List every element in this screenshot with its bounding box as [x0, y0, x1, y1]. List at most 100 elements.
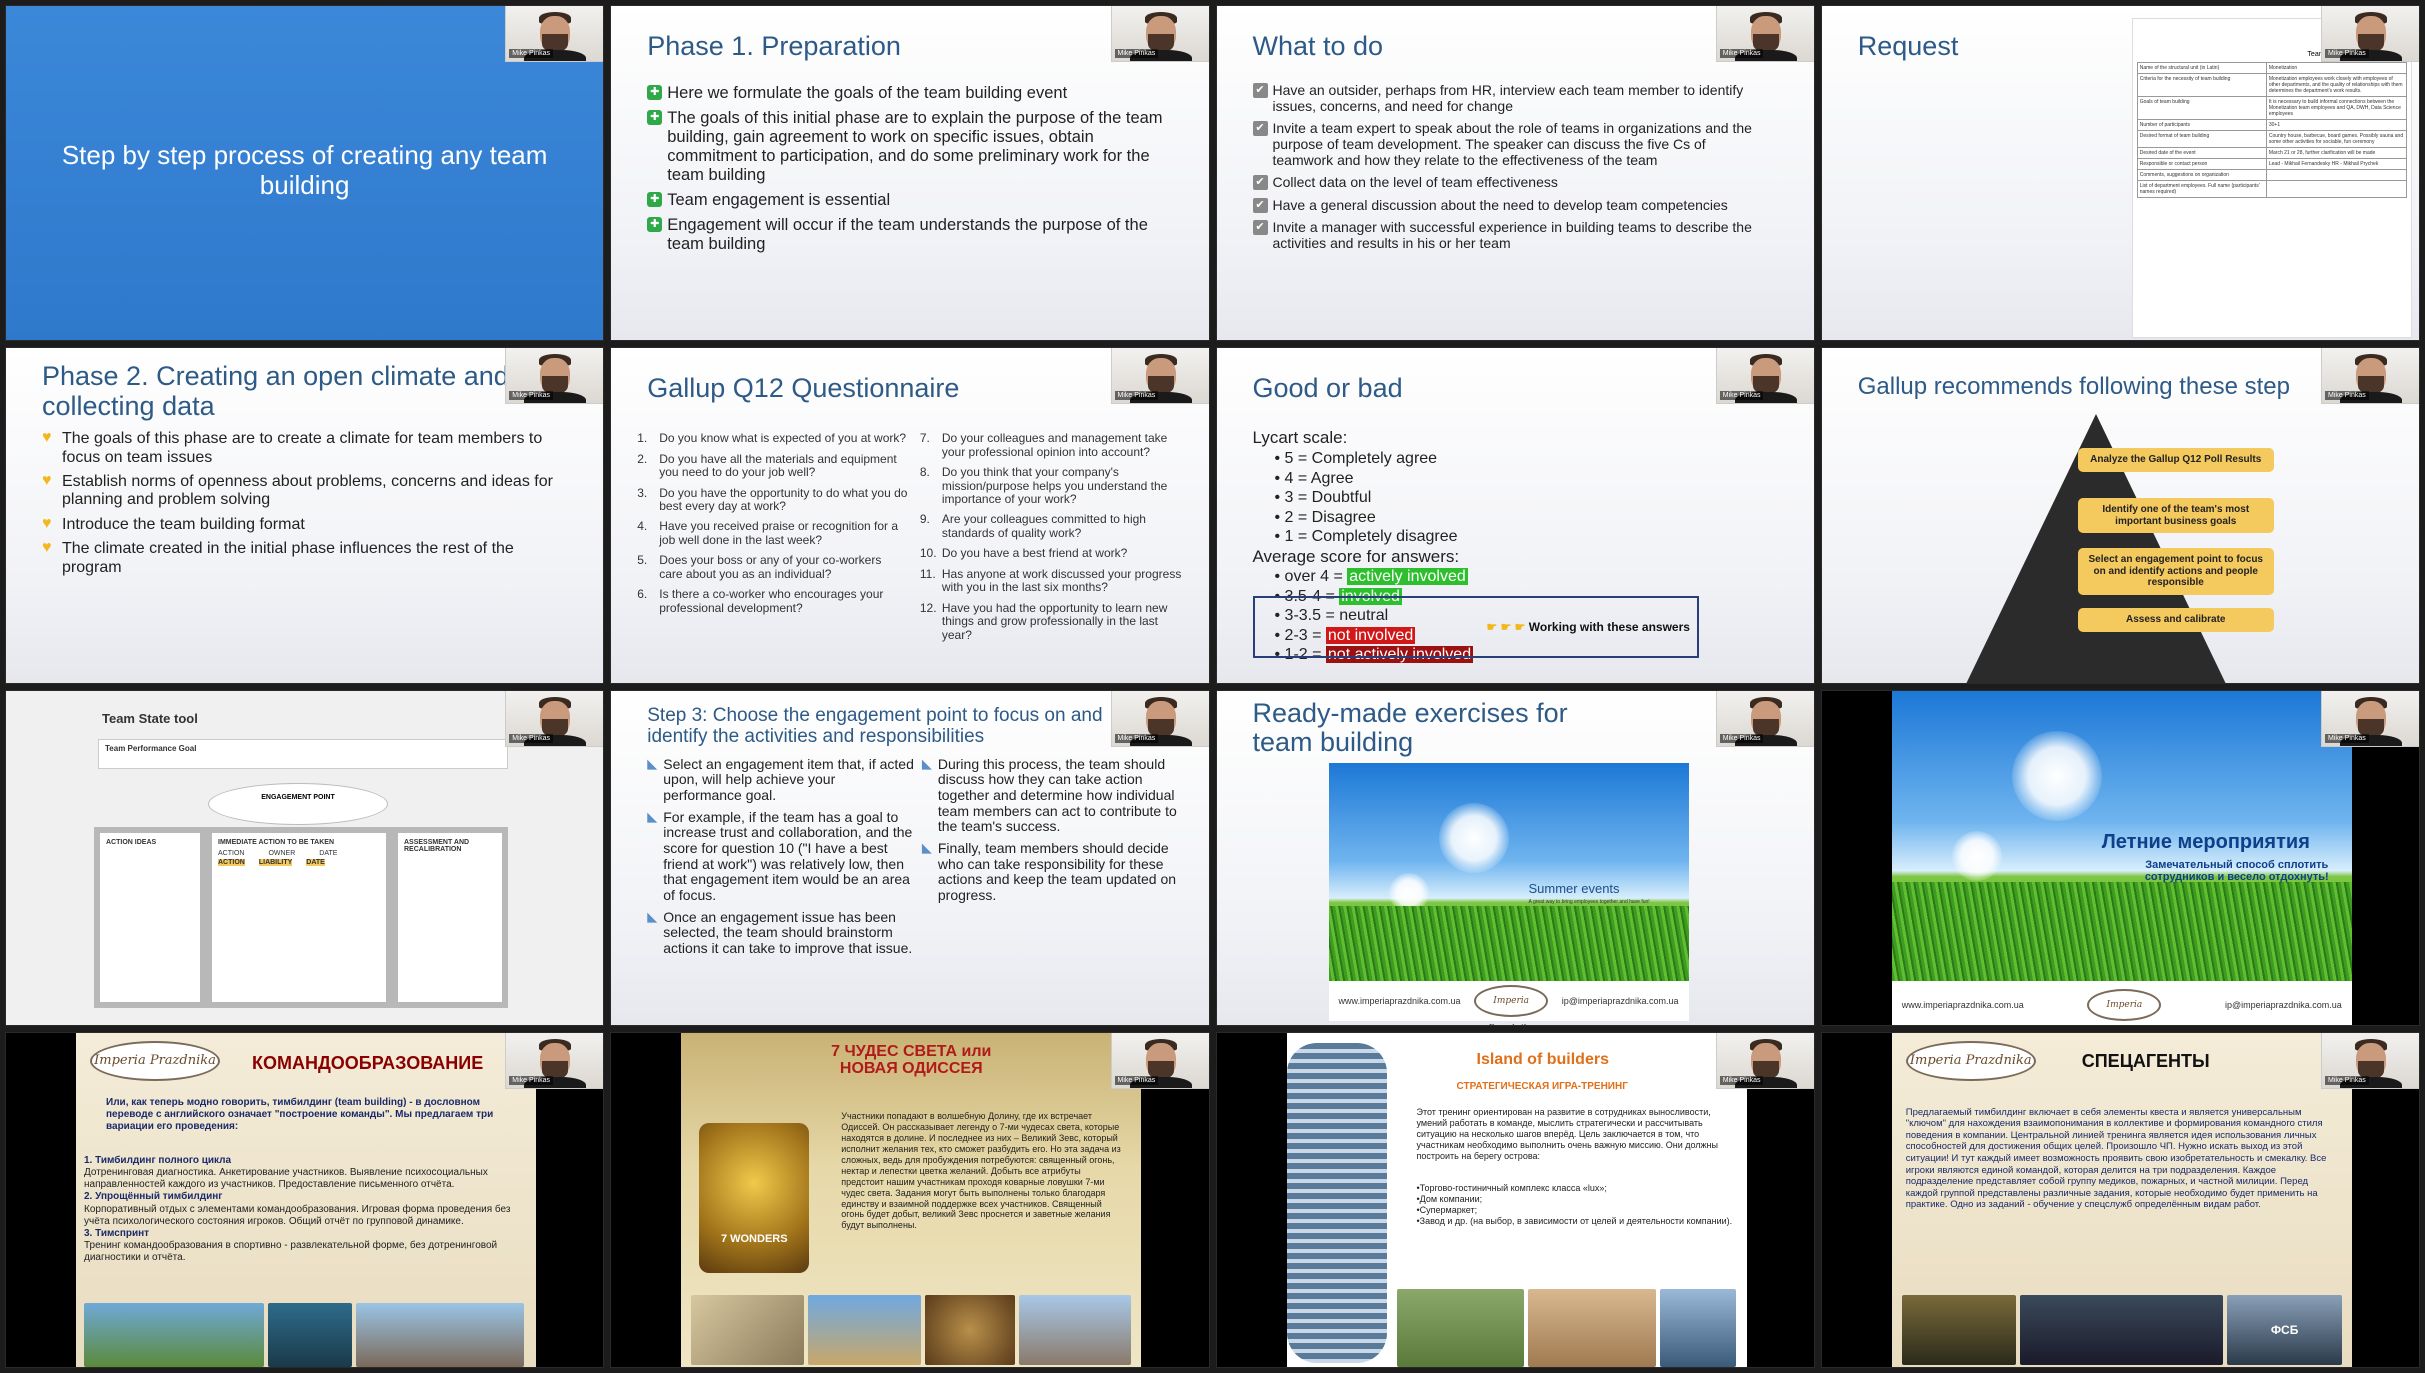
- presenter-name: Mike Pinkas: [2325, 49, 2369, 58]
- slide-15-canvas: Island of builders СТРАТЕГИЧЕСКАЯ ИГРА-Т…: [1286, 1032, 1747, 1367]
- checkbox-bullet: Invite a manager with successful experie…: [1252, 219, 1764, 251]
- slide-thumbnail-11[interactable]: Ready-made exercises for team building S…: [1215, 689, 1815, 1026]
- presenter-webcam: Mike Pinkas: [1715, 6, 1814, 62]
- presenter-name: Mike Pinkas: [2325, 391, 2369, 401]
- summer-photo: Summer events A great way to bring emplo…: [1328, 762, 1689, 981]
- slide-thumbnail-7[interactable]: Good or bad Lycart scale: 5 = Completely…: [1215, 347, 1815, 684]
- form-row: Criteria for the necessity of team build…: [2136, 73, 2407, 97]
- fsb-badge: ФСБ: [2227, 1294, 2342, 1365]
- form-table: Name of the structural unit (in Latin) Mo…: [2136, 62, 2407, 198]
- slide-2-title: Phase 1. Preparation: [647, 31, 901, 61]
- presenter-webcam: Mike Pinkas: [2321, 348, 2419, 405]
- slide-thumbnail-10[interactable]: Step 3: Choose the engagement point to f…: [610, 689, 1210, 1026]
- checkbox-bullet: Collect data on the level of team effect…: [1252, 174, 1764, 191]
- photo-title: Summer events: [1528, 880, 1620, 896]
- slide-thumbnail-15[interactable]: Island of builders СТРАТЕГИЧЕСКАЯ ИГРА-Т…: [1215, 1031, 1815, 1368]
- scale-item: 2 = Disagree: [1275, 508, 1474, 528]
- slide-9-title: Team State tool: [102, 710, 198, 726]
- scale-item: 1 = Completely disagree: [1275, 527, 1474, 547]
- form-row: Name of the structural unit (in Latin) Mo…: [2136, 62, 2407, 74]
- bullet: For example, if the team has a goal to i…: [647, 809, 914, 904]
- presenter-webcam: Mike Pinkas: [505, 348, 604, 405]
- company-logo: Imperia Prazdnika: [1905, 1040, 2036, 1081]
- slide-3-title: What to do: [1252, 31, 1384, 61]
- photo-strip: [84, 1302, 524, 1367]
- slide-thumbnail-1[interactable]: Step by step process of creating any tea…: [5, 5, 605, 342]
- presenter-name: Mike Pinkas: [1719, 49, 1764, 58]
- presenter-name: Mike Pinkas: [2325, 733, 2369, 743]
- form-row: Desired date of the event March 21 or 28,…: [2136, 147, 2407, 159]
- bullet: Introduce the team building format: [42, 515, 563, 534]
- slide-14-text: Участники попадают в волшебную Долину, г…: [841, 1110, 1121, 1231]
- photo-strip: [1396, 1288, 1737, 1367]
- average-heading: Average score for answers:: [1252, 546, 1460, 566]
- slide-thumbnail-6[interactable]: Gallup Q12 Questionnaire 1. Do you know w…: [610, 347, 1210, 684]
- photo-subtitle: A great way to bring employees together …: [1528, 898, 1650, 905]
- bullet: Select an engagement item that, if acted…: [647, 756, 914, 804]
- slide-5-title: Phase 2. Creating an open climate and co…: [42, 361, 509, 421]
- slide-thumbnail-13[interactable]: Imperia Prazdnika КОМАНДООБРАЗОВАНИЕ Или…: [5, 1031, 605, 1368]
- slide-15-list: •Торгово-гостиничный комплекс класса «lu…: [1416, 1182, 1733, 1226]
- immediate-action-column: IMMEDIATE ACTION TO BE TAKEN ACTION OWNER…: [212, 832, 386, 1002]
- scale-item: 4 = Agree: [1275, 469, 1474, 489]
- slide-13-intro: Или, как теперь модно говорить, тимбилди…: [106, 1096, 494, 1133]
- website-link[interactable]: www.imperiaprazdnika.com.ua: [1902, 1000, 2024, 1010]
- presenter-webcam: Mike Pinkas: [505, 1032, 604, 1089]
- summer-photo: Летние мероприятия Замечательный способ …: [1891, 690, 2352, 981]
- question-item: 12. Have you had the opportunity to learn…: [919, 600, 1168, 642]
- application-form: Teambuilding Application Form Name of th…: [2131, 18, 2412, 338]
- goal-box: Team Performance Goal: [98, 738, 508, 769]
- pyramid-step: Analyze the Gallup Q12 Poll Results: [2077, 448, 2274, 472]
- company-logo: Imperia Prazdnika: [1474, 984, 1549, 1025]
- slide-10-title: Step 3: Choose the engagement point to f…: [647, 704, 1103, 747]
- presenter-webcam: Mike Pinkas: [1715, 690, 1814, 747]
- bullet: Here we formulate the goals of the team …: [647, 84, 1168, 103]
- slide-15-text: Этот тренинг ориентирован на развитие в …: [1416, 1106, 1719, 1161]
- pyramid-step: Assess and calibrate: [2077, 608, 2274, 632]
- presenter-name: Mike Pinkas: [509, 1075, 553, 1085]
- email-link[interactable]: ip@imperiaprazdnika.com.ua: [1562, 996, 1679, 1006]
- company-logo: Imperia Prazdnika: [2087, 988, 2162, 1021]
- presenter-name: Mike Pinkas: [1114, 49, 1159, 58]
- wonders-badge: 7 WONDERS: [699, 1122, 810, 1273]
- presenter-webcam: Mike Pinkas: [1715, 348, 1814, 405]
- slide-thumbnail-14[interactable]: 7 ЧУДЕС СВЕТА или НОВАЯ ОДИССЕЯ 7 WONDER…: [610, 1031, 1210, 1368]
- slide-thumbnail-5[interactable]: Phase 2. Creating an open climate and co…: [5, 347, 605, 684]
- photo-subtitle: Замечательный способ сплотить сотруднико…: [2144, 858, 2329, 883]
- photo-title: Летние мероприятия: [2101, 830, 2310, 853]
- team-state-diagram: ENGAGEMENT POINT ACTION IDEAS IMMEDIATE …: [94, 782, 508, 1008]
- presenter-name: Mike Pinkas: [1719, 1075, 1764, 1085]
- slide-thumbnail-8[interactable]: Gallup recommends following these step A…: [1820, 347, 2420, 684]
- form-row: Responsible or contact person Lead - Mikh…: [2136, 158, 2407, 170]
- slide-4-title: Request: [1857, 31, 1959, 61]
- slide-thumbnail-2[interactable]: Phase 1. Preparation Here we formulate t…: [610, 5, 1210, 342]
- slide-16-text: Предлагаемый тимбилдинг включает в себя …: [1905, 1106, 2327, 1211]
- checkbox-bullet: Invite a team expert to speak about the …: [1252, 120, 1764, 168]
- company-logo: Imperia Prazdnika: [90, 1040, 220, 1081]
- slide-11-title: Ready-made exercises for team building: [1252, 697, 1568, 758]
- presenter-webcam: Mike Pinkas: [1715, 1032, 1814, 1089]
- slide-thumbnail-4[interactable]: Request Teambuilding Application Form Na…: [1820, 5, 2420, 342]
- assessment-column: ASSESSMENT AND RECALIBRATION: [398, 832, 502, 1002]
- action-ideas-column: ACTION IDEAS: [100, 832, 200, 1002]
- questions-left: 1. Do you know what is expected of you at…: [637, 431, 908, 649]
- slide-thumbnail-16[interactable]: Imperia Prazdnika СПЕЦАГЕНТЫ Предлагаемы…: [1820, 1031, 2420, 1368]
- form-row: Comments, suggestions on organization: [2136, 169, 2407, 181]
- slide-thumbnail-12[interactable]: Летние мероприятия Замечательный способ …: [1820, 689, 2420, 1026]
- pyramid-step: Identify one of the team's most importan…: [2077, 498, 2274, 534]
- presenter-webcam: Mike Pinkas: [2321, 1032, 2419, 1089]
- slide-13-items: 1. Тимбилдинг полного цикла Дотренингова…: [84, 1154, 511, 1264]
- question-item: 2. Do you have all the materials and equi…: [637, 451, 897, 480]
- presenter-name: Mike Pinkas: [1114, 391, 1159, 401]
- slide-thumbnail-3[interactable]: What to do Have an outsider, perhaps fro…: [1215, 5, 1815, 342]
- scale-item: 3 = Doubtful: [1275, 488, 1474, 508]
- pyramid-step: Select an engagement point to focus on a…: [2077, 548, 2274, 595]
- question-item: 11. Has anyone at work discussed your pro…: [919, 566, 1182, 595]
- work-note: ☛ ☛ ☛ Working with these answers: [1486, 620, 1690, 635]
- average-item: over 4 = actively involved: [1275, 567, 1474, 587]
- slide-thumbnail-9[interactable]: Team State tool Team Performance Goal EN…: [5, 689, 605, 1026]
- email-link[interactable]: ip@imperiaprazdnika.com.ua: [2225, 1000, 2342, 1010]
- slide-7-title: Good or bad: [1252, 373, 1403, 404]
- presenter-name: Mike Pinkas: [2325, 1075, 2369, 1085]
- website-link[interactable]: www.imperiaprazdnika.com.ua: [1339, 996, 1461, 1006]
